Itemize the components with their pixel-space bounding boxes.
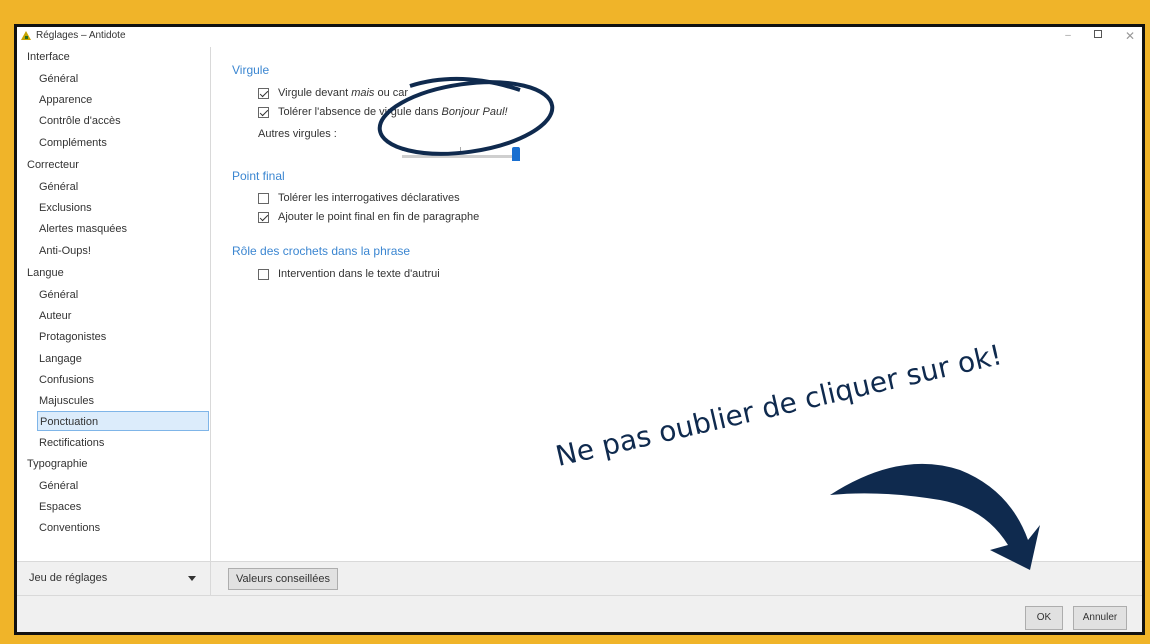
sidebar-item-auteur[interactable]: Auteur xyxy=(37,306,209,326)
section-title-virgule: Virgule xyxy=(232,63,270,77)
option-tolerer-absence-virgule[interactable]: Tolérer l'absence de virgule dans Bonjou… xyxy=(258,104,508,120)
valeurs-conseillees-button[interactable]: Valeurs conseillées xyxy=(228,568,338,590)
slider-tick xyxy=(402,147,403,151)
checkbox-interrogatives-declaratives[interactable] xyxy=(258,192,269,204)
sidebar-item-langage[interactable]: Langage xyxy=(37,349,209,369)
ok-button[interactable]: OK xyxy=(1025,606,1063,630)
settings-window: Réglages – Antidote – ✕ Interface Généra… xyxy=(14,24,1145,635)
sidebar-item-confusions[interactable]: Confusions xyxy=(37,370,209,390)
option-label: Tolérer les interrogatives déclaratives xyxy=(278,192,460,204)
option-label: Virgule devant mais ou car xyxy=(278,87,409,99)
sidebar-section-interface: Interface xyxy=(27,51,70,63)
sidebar-item-apparence[interactable]: Apparence xyxy=(37,90,209,110)
section-title-point-final: Point final xyxy=(232,169,285,183)
window-title: Réglages – Antidote xyxy=(36,30,126,41)
sidebar-item-rectifications[interactable]: Rectifications xyxy=(37,433,209,453)
preset-dropdown-label: Jeu de réglages xyxy=(29,572,108,584)
sidebar-item-conventions[interactable]: Conventions xyxy=(37,518,209,538)
bottom-toolbar: Jeu de réglages Valeurs conseillées xyxy=(17,561,1142,596)
sidebar-item-alertes-masquees[interactable]: Alertes masquées xyxy=(37,219,209,239)
sidebar-item-ponctuation[interactable]: Ponctuation xyxy=(37,411,209,431)
restore-icon[interactable] xyxy=(1090,29,1106,43)
settings-content: Virgule Virgule devant mais ou car Tolér… xyxy=(212,47,1142,561)
option-point-final-paragraphe[interactable]: Ajouter le point final en fin de paragra… xyxy=(258,209,479,225)
dialog-footer: OK Annuler xyxy=(17,595,1142,632)
antidote-app-icon-dot xyxy=(25,36,28,39)
checkbox-intervention-texte-autrui[interactable] xyxy=(258,268,269,280)
sidebar-section-typographie: Typographie xyxy=(27,458,88,470)
autres-virgules-label: Autres virgules : xyxy=(258,128,337,140)
sidebar-item-complements[interactable]: Compléments xyxy=(37,133,209,153)
slider-tick xyxy=(460,147,461,151)
yellow-frame: Réglages – Antidote – ✕ Interface Généra… xyxy=(0,0,1150,644)
title-bar: Réglages – Antidote – ✕ xyxy=(17,27,1142,47)
checkbox-virgule-mais-car[interactable] xyxy=(258,87,269,99)
option-interrogatives-declaratives[interactable]: Tolérer les interrogatives déclaratives xyxy=(258,190,460,206)
sidebar-item-protagonistes[interactable]: Protagonistes xyxy=(37,327,209,347)
sidebar-item-controle-acces[interactable]: Contrôle d'accès xyxy=(37,111,209,131)
sidebar-item-exclusions[interactable]: Exclusions xyxy=(37,198,209,218)
minimize-icon[interactable]: – xyxy=(1060,29,1076,43)
sidebar-item-espaces[interactable]: Espaces xyxy=(37,497,209,517)
sidebar-item-anti-oups[interactable]: Anti-Oups! xyxy=(37,241,209,261)
option-virgule-mais-car[interactable]: Virgule devant mais ou car xyxy=(258,85,408,101)
option-label: Intervention dans le texte d'autrui xyxy=(278,268,440,280)
settings-sidebar: Interface Général Apparence Contrôle d'a… xyxy=(17,47,211,561)
close-icon[interactable]: ✕ xyxy=(1122,29,1138,43)
cancel-button[interactable]: Annuler xyxy=(1073,606,1127,630)
sidebar-section-langue: Langue xyxy=(27,267,64,279)
sidebar-item-typographie-general[interactable]: Général xyxy=(37,476,209,496)
sidebar-item-interface-general[interactable]: Général xyxy=(37,69,209,89)
option-label: Tolérer l'absence de virgule dans Bonjou… xyxy=(278,106,508,118)
option-intervention-texte-autrui[interactable]: Intervention dans le texte d'autrui xyxy=(258,266,440,282)
chevron-down-icon[interactable] xyxy=(188,576,196,581)
checkbox-tolerer-absence-virgule[interactable] xyxy=(258,106,269,118)
checkbox-point-final-paragraphe[interactable] xyxy=(258,211,269,223)
autres-virgules-slider-thumb[interactable] xyxy=(512,147,520,161)
autres-virgules-slider-track[interactable] xyxy=(402,155,518,158)
section-title-crochets: Rôle des crochets dans la phrase xyxy=(232,244,411,258)
sidebar-section-correcteur: Correcteur xyxy=(27,159,79,171)
preset-dropdown[interactable]: Jeu de réglages xyxy=(17,562,211,596)
sidebar-item-correcteur-general[interactable]: Général xyxy=(37,177,209,197)
sidebar-item-majuscules[interactable]: Majuscules xyxy=(37,391,209,411)
sidebar-item-langue-general[interactable]: Général xyxy=(37,285,209,305)
option-label: Ajouter le point final en fin de paragra… xyxy=(278,211,480,223)
